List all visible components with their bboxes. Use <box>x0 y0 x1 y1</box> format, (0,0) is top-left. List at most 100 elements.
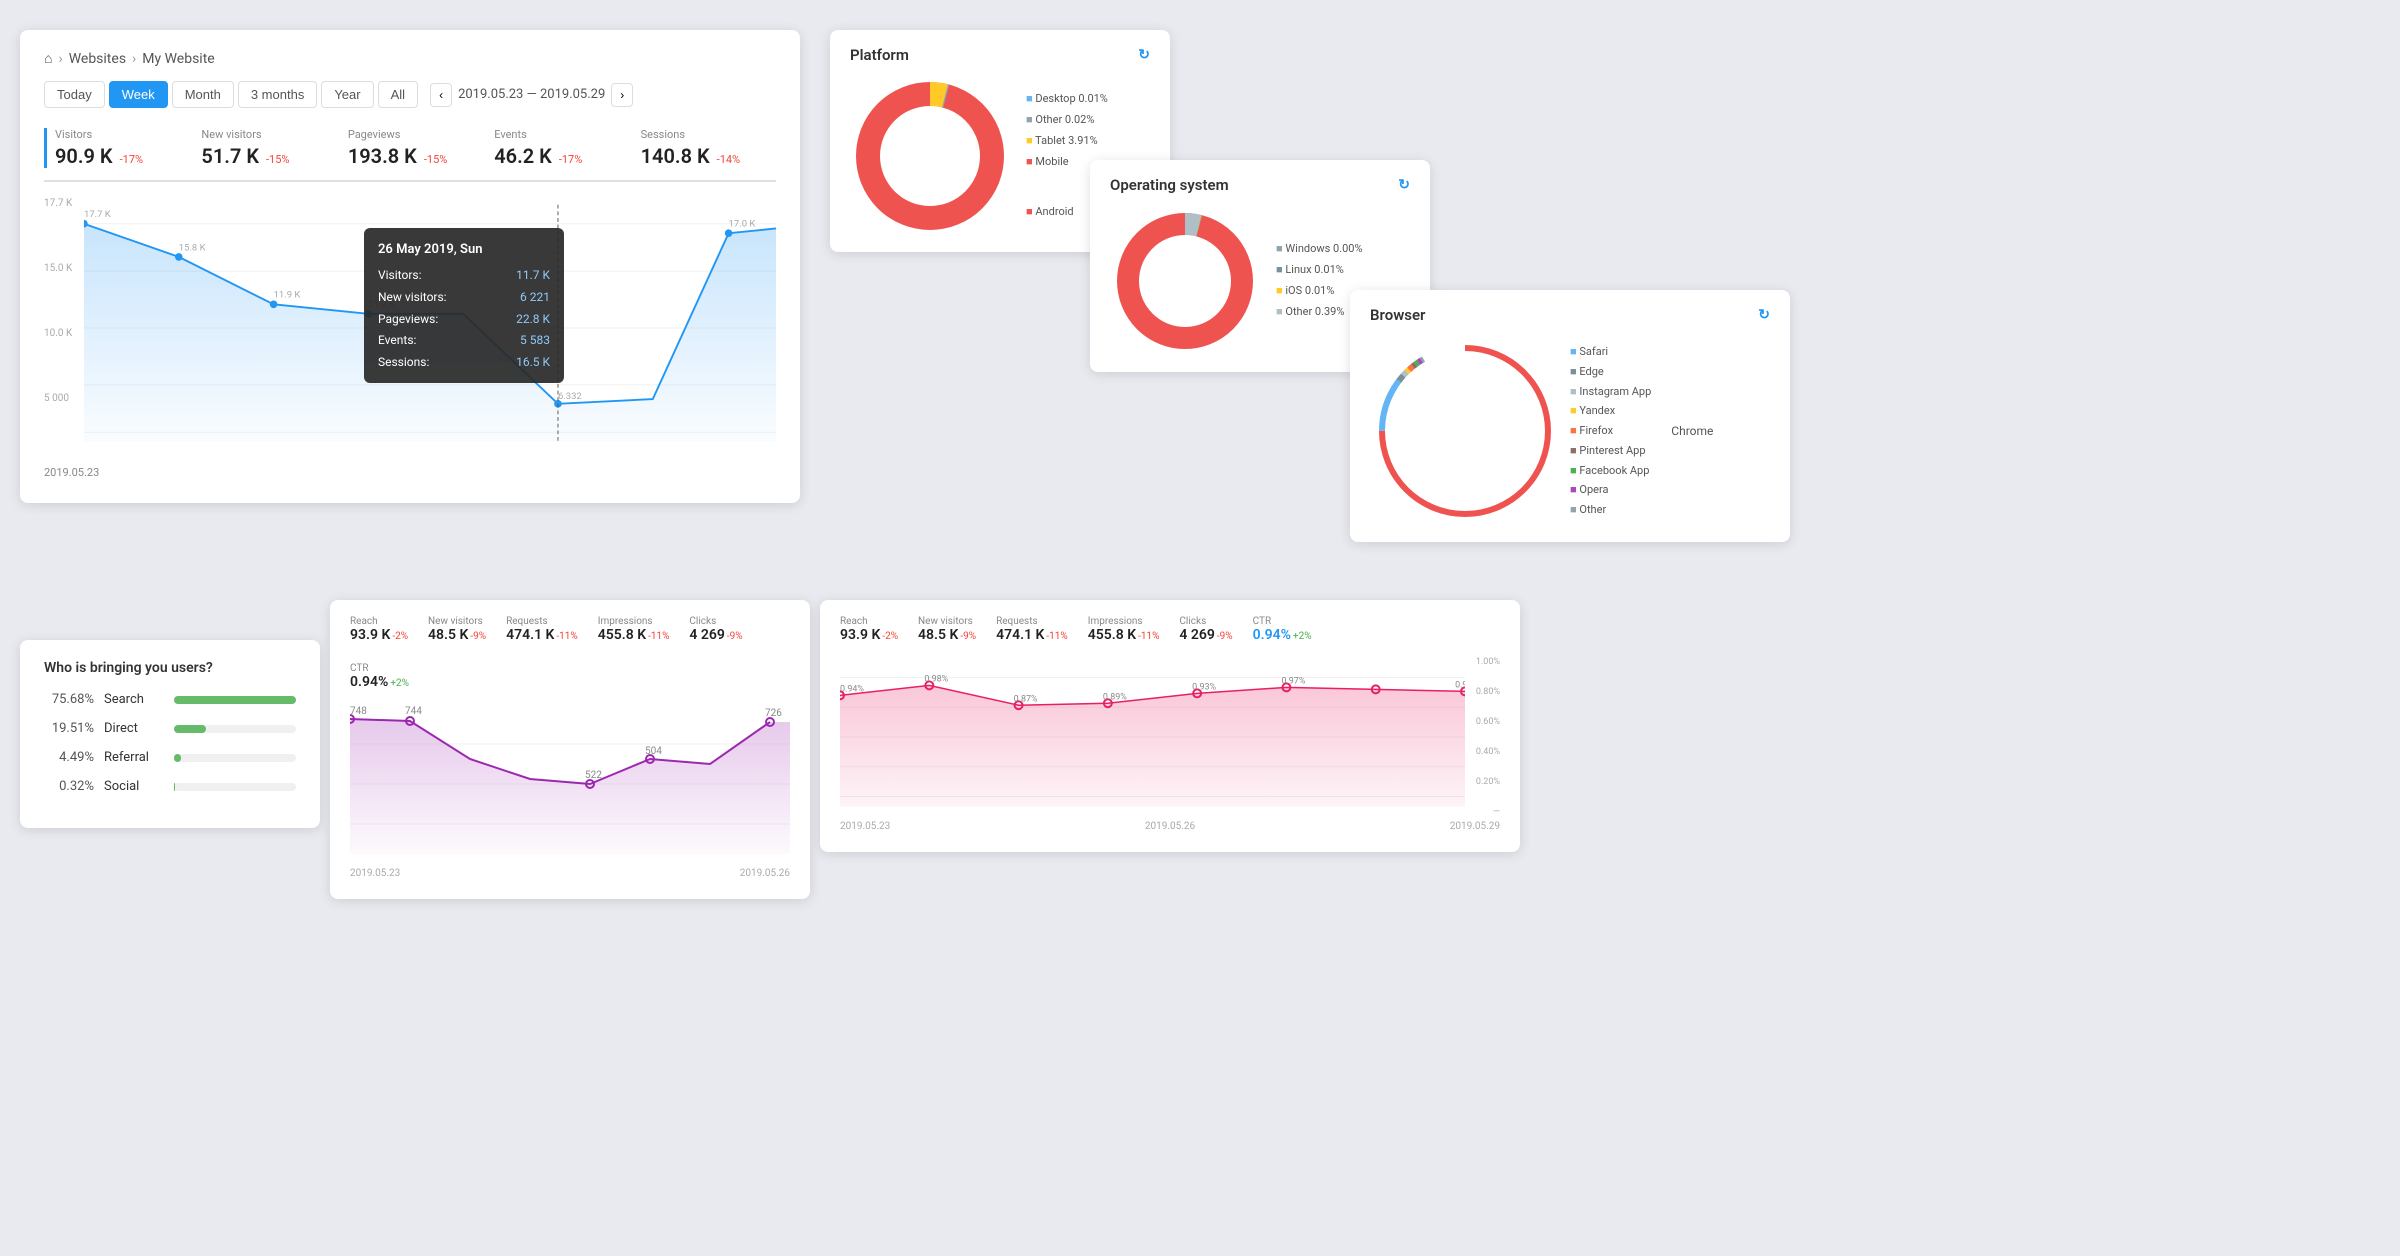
filter-week[interactable]: Week <box>109 81 168 108</box>
reach-stat-reach: Reach 93.9 K-2% <box>350 616 408 643</box>
events-change: -17% <box>559 153 582 166</box>
platform-title: Platform <box>850 46 909 64</box>
platform-refresh-icon[interactable]: ↻ <box>1138 47 1150 63</box>
search-label: Search <box>104 692 164 707</box>
ctr-date-row: 2019.05.23 2019.05.26 2019.05.29 <box>840 821 1500 832</box>
filter-month[interactable]: Month <box>172 81 234 108</box>
direct-pct: 19.51% <box>44 721 94 736</box>
chart-date-start: 2019.05.23 <box>44 466 776 479</box>
reach-stat-ctr: CTR 0.94%+2% <box>350 663 409 690</box>
visitors-value: 90.9 K <box>55 144 113 168</box>
traffic-item-social: 0.32% Social <box>44 779 296 794</box>
reach-chart-panel: Reach 93.9 K-2% New visitors 48.5 K-9% R… <box>330 600 810 899</box>
platform-donut-svg <box>850 76 1010 236</box>
svg-text:748: 748 <box>350 706 367 717</box>
ctr-stat-impressions: Impressions 455.8 K-11% <box>1088 616 1160 643</box>
ctr-stat-new-visitors: New visitors 48.5 K-9% <box>918 616 976 643</box>
direct-bar <box>174 725 206 733</box>
nav-next[interactable]: › <box>611 83 633 107</box>
nav-prev[interactable]: ‹ <box>430 83 452 107</box>
svg-text:0.98%: 0.98% <box>924 674 948 684</box>
ctr-stat-reach: Reach 93.9 K-2% <box>840 616 898 643</box>
svg-text:0.94%: 0.94% <box>840 684 864 694</box>
pageviews-change: -15% <box>424 153 447 166</box>
svg-text:0.89%: 0.89% <box>1103 692 1127 702</box>
referral-bar <box>174 754 181 762</box>
search-bar <box>174 696 296 704</box>
search-pct: 75.68% <box>44 692 94 707</box>
y-label-4: 5 000 <box>44 393 84 404</box>
ctr-stat-ctr: CTR 0.94%+2% <box>1253 616 1312 643</box>
ctr-chart-svg: 0.94% 0.98% 0.87% 0.89% 0.93% 0.97% 0.96… <box>840 657 1465 817</box>
stat-sessions: Sessions 140.8 K -14% <box>630 128 776 168</box>
reach-stat-clicks: Clicks 4 269-9% <box>689 616 742 643</box>
browser-panel: Browser ↻ ■ Safari ■ Edge ■ Instagram Ap… <box>1350 290 1790 542</box>
browser-donut-svg <box>1370 336 1560 526</box>
svg-text:15.8 K: 15.8 K <box>179 242 206 253</box>
ctr-chart-area: 1.00% 0.80% 0.60% 0.40% 0.20% — <box>840 657 1500 817</box>
reach-date-mid: 2019.05.26 <box>740 868 790 879</box>
os-refresh-icon[interactable]: ↻ <box>1398 177 1410 193</box>
ctr-date-start: 2019.05.23 <box>840 821 890 832</box>
browser-refresh-icon[interactable]: ↻ <box>1758 307 1770 323</box>
breadcrumb-site: My Website <box>142 51 214 67</box>
y-label-1: 17.7 K <box>44 198 84 209</box>
svg-text:0.87%: 0.87% <box>1014 694 1038 704</box>
social-pct: 0.32% <box>44 779 94 794</box>
date-filter-bar: Today Week Month 3 months Year All ‹ 201… <box>44 81 776 108</box>
y-label-3: 10.0 K <box>44 328 84 339</box>
reach-stat-new-visitors: New visitors 48.5 K-9% <box>428 616 486 643</box>
reach-date-row: 2019.05.23 2019.05.26 <box>350 868 790 879</box>
svg-text:744: 744 <box>405 706 422 717</box>
stat-new-visitors: New visitors 51.7 K -15% <box>190 128 336 168</box>
pageviews-value: 193.8 K <box>348 144 417 168</box>
reach-stat-impressions: Impressions 455.8 K-11% <box>598 616 670 643</box>
traffic-item-search: 75.68% Search <box>44 692 296 707</box>
svg-text:17.0 K: 17.0 K <box>729 219 756 230</box>
reach-mini-stats: Reach 93.9 K-2% New visitors 48.5 K-9% R… <box>350 616 790 690</box>
stats-row: Visitors 90.9 K -17% New visitors 51.7 K… <box>44 128 776 182</box>
svg-text:17.7 K: 17.7 K <box>84 209 111 220</box>
traffic-source-panel: Who is bringing you users? 75.68% Search… <box>20 640 320 828</box>
os-title: Operating system <box>1110 176 1229 194</box>
svg-text:0.93%: 0.93% <box>1192 682 1216 692</box>
ctr-date-end: 2019.05.29 <box>1450 821 1500 832</box>
svg-text:0.96%: 0.96% <box>1455 680 1465 690</box>
new-visitors-value: 51.7 K <box>201 144 259 168</box>
main-chart-svg: 17.7 K 15.8 K 11.9 K 11.7 K 6.332 17.0 K <box>84 198 776 458</box>
new-visitors-change: -15% <box>266 153 289 166</box>
referral-label: Referral <box>104 750 164 765</box>
svg-text:522: 522 <box>585 770 602 781</box>
date-range: 2019.05.23 — 2019.05.29 <box>458 87 605 102</box>
svg-text:11.7 K: 11.7 K <box>368 299 395 310</box>
svg-text:6.332: 6.332 <box>558 391 582 402</box>
browser-legend: ■ Safari ■ Edge ■ Instagram App ■ Yandex… <box>1570 342 1651 520</box>
filter-3months[interactable]: 3 months <box>238 81 317 108</box>
breadcrumb-websites[interactable]: Websites <box>69 51 126 67</box>
traffic-item-referral: 4.49% Referral <box>44 750 296 765</box>
direct-label: Direct <box>104 721 164 736</box>
ctr-chart-panel: Reach 93.9 K-2% New visitors 48.5 K-9% R… <box>820 600 1520 852</box>
filter-year[interactable]: Year <box>321 81 373 108</box>
home-icon[interactable]: ⌂ <box>44 50 52 67</box>
browser-chrome-label: Chrome <box>1671 424 1713 438</box>
filter-today[interactable]: Today <box>44 81 105 108</box>
stat-pageviews: Pageviews 193.8 K -15% <box>337 128 483 168</box>
reach-chart-svg: 748 744 522 504 726 <box>350 704 790 864</box>
social-label: Social <box>104 779 164 794</box>
main-analytics-panel: ⌂ › Websites › My Website Today Week Mon… <box>20 30 800 503</box>
stat-visitors: Visitors 90.9 K -17% <box>44 128 190 168</box>
svg-text:0.97%: 0.97% <box>1281 676 1305 686</box>
svg-text:726: 726 <box>765 708 782 719</box>
y-label-2: 15.0 K <box>44 263 84 274</box>
sessions-change: -14% <box>717 153 740 166</box>
sessions-value: 140.8 K <box>641 144 710 168</box>
filter-all[interactable]: All <box>378 81 418 108</box>
events-value: 46.2 K <box>494 144 552 168</box>
reach-date-start: 2019.05.23 <box>350 868 400 879</box>
ctr-mini-stats: Reach 93.9 K-2% New visitors 48.5 K-9% R… <box>840 616 1500 643</box>
os-donut-svg <box>1110 206 1260 356</box>
browser-donut-container: ■ Safari ■ Edge ■ Instagram App ■ Yandex… <box>1370 336 1770 526</box>
breadcrumb-sep1: › <box>58 51 62 67</box>
reach-stat-requests: Requests 474.1 K-11% <box>506 616 578 643</box>
